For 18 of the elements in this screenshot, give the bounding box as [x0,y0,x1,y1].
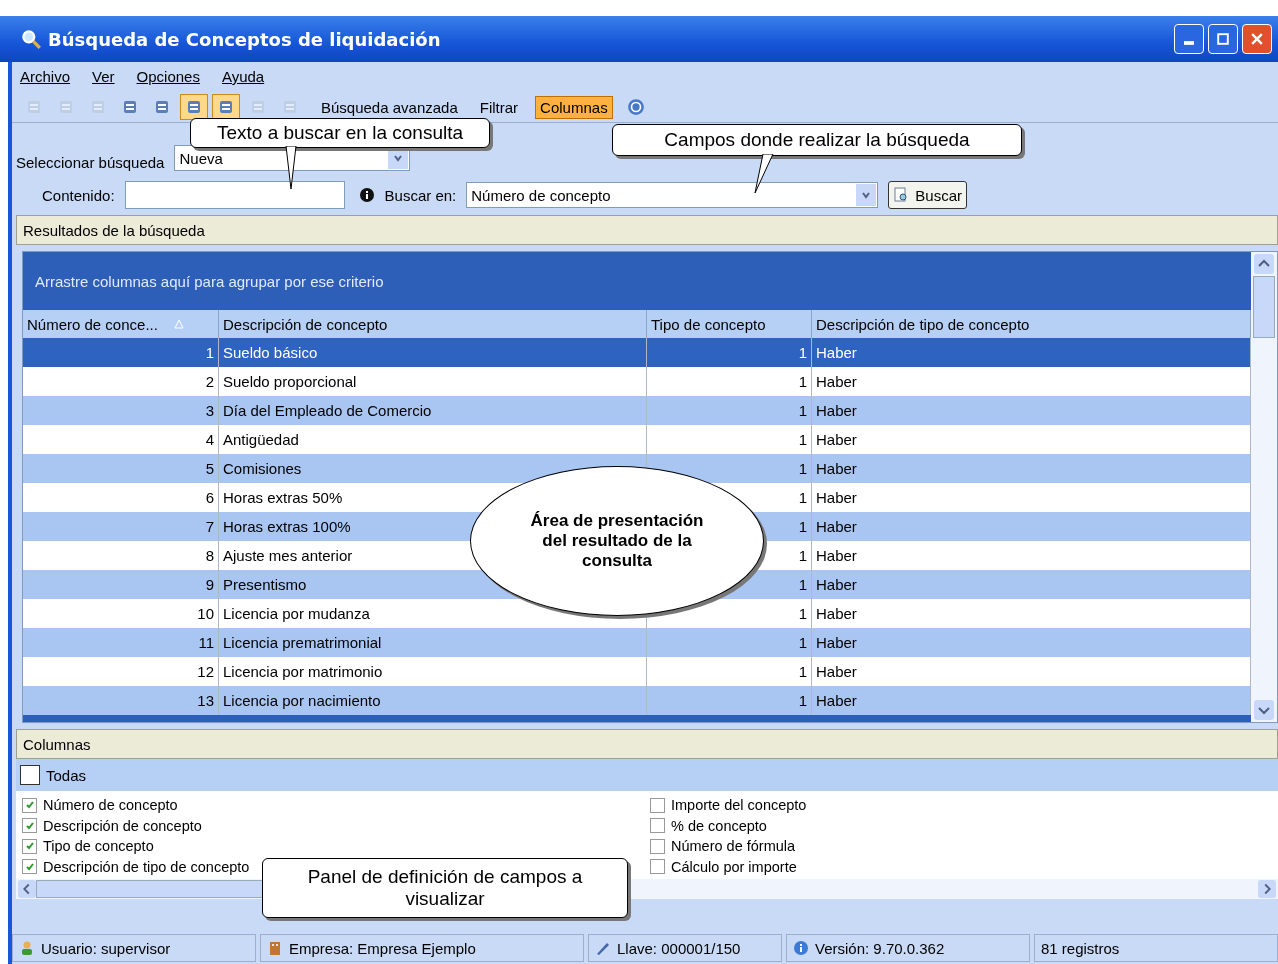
section-header: Columnas [16,729,1278,759]
status-text: Empresa: Empresa Ejemplo [289,939,476,957]
table-cell: 13 [23,686,219,715]
status-text: Versión: 9.70.0.362 [815,939,945,957]
callout-text: Texto a buscar en la consulta [215,122,465,144]
window-title: Búsqueda de Conceptos de liquidación [48,28,442,50]
table-cell: 1 [647,686,812,715]
group-by-hint: Arrastre columnas aquí para agrupar por ese criterio [34,271,385,292]
section-header: Resultados de la búsqueda [16,215,1278,245]
callout-text: Panel de definición de campos a visualizar [306,866,584,910]
callout-text: Campos donde realizar la búsqueda [663,129,971,151]
status-text: 81 registros [1041,939,1120,957]
search-in-label: Buscar en: [384,186,457,204]
status-text: Llave: 000001/150 [617,939,741,957]
content-label: Contenido: [42,186,115,204]
status-text: Usuario: supervisor [41,939,171,957]
table-cell: Licencia por nacimiento [219,686,647,715]
select-search-label: Seleccionar búsqueda [16,154,165,171]
